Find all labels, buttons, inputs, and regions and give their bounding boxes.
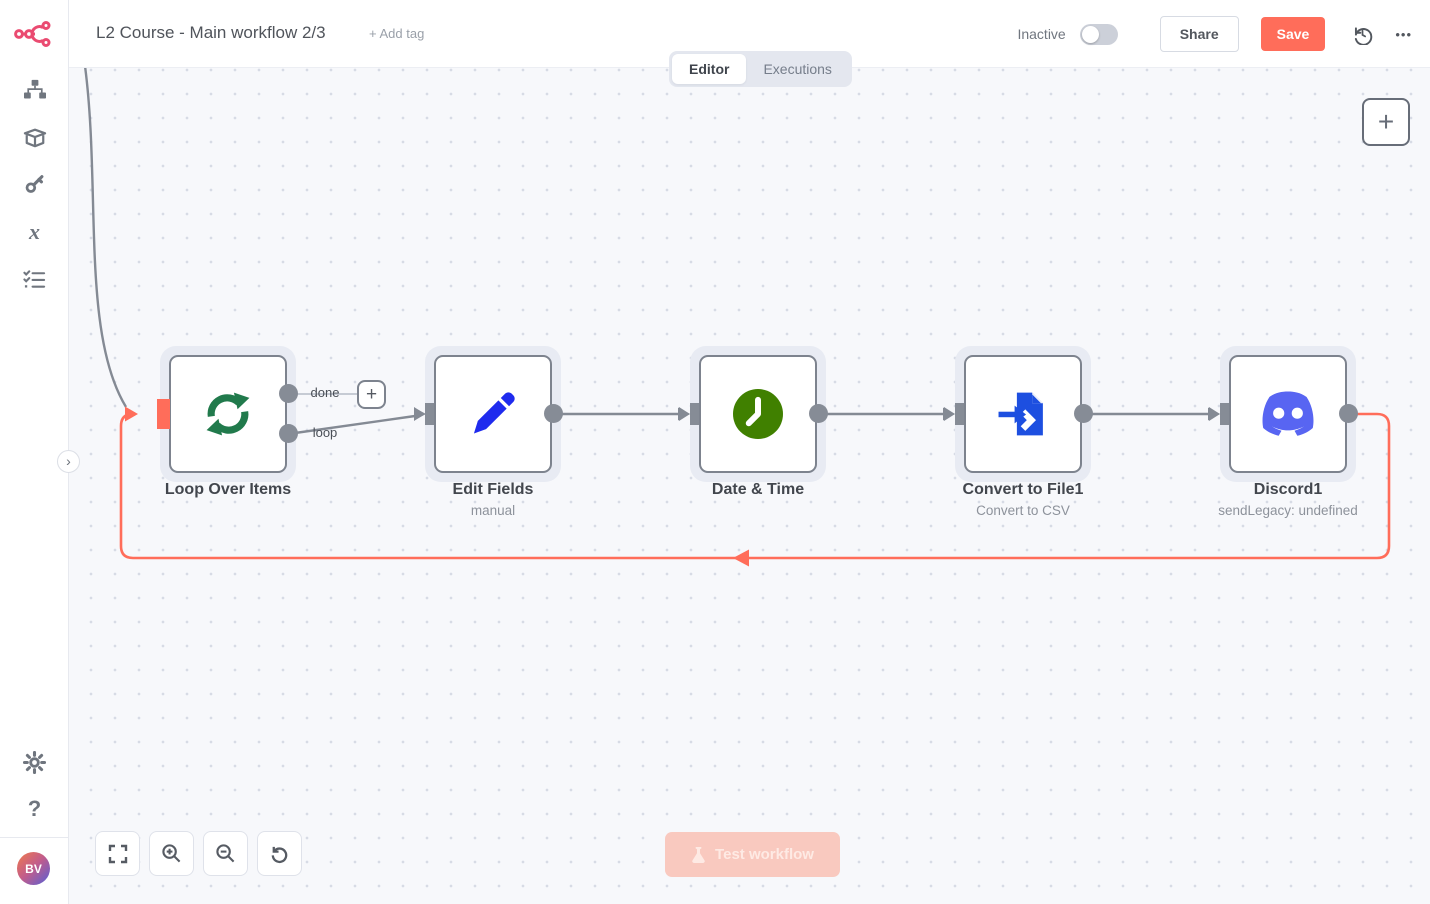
sidebar-workflows-icon[interactable] bbox=[0, 73, 69, 107]
zoom-in-icon bbox=[161, 843, 182, 864]
node-date-time: Date & Time bbox=[699, 355, 817, 473]
tab-executions[interactable]: Executions bbox=[746, 54, 848, 84]
output-port-done[interactable] bbox=[279, 384, 298, 403]
pencil-icon bbox=[467, 388, 519, 440]
input-arrow bbox=[679, 407, 690, 421]
node-subtitle: manual bbox=[383, 503, 603, 518]
workflow-title[interactable]: L2 Course - Main workflow 2/3 bbox=[96, 23, 326, 43]
sidebar: x ? BV bbox=[0, 0, 69, 904]
sidebar-credentials-icon[interactable] bbox=[0, 167, 69, 201]
output-port-loop[interactable] bbox=[279, 424, 298, 443]
sidebar-executions-icon[interactable] bbox=[0, 262, 69, 296]
node-edit-fields: Edit Fields manual bbox=[434, 355, 552, 473]
help-icon[interactable]: ? bbox=[0, 792, 69, 826]
input-arrow bbox=[944, 407, 955, 421]
history-icon[interactable] bbox=[1349, 21, 1375, 47]
view-tabs: Editor Executions bbox=[669, 51, 852, 87]
port-label-loop: loop bbox=[303, 425, 347, 440]
share-button[interactable]: Share bbox=[1160, 16, 1239, 52]
loop-icon bbox=[201, 389, 255, 439]
reset-icon bbox=[269, 843, 290, 864]
zoom-to-fit-button[interactable] bbox=[95, 831, 140, 876]
more-menu-icon[interactable]: ••• bbox=[1395, 27, 1412, 42]
workflow-canvas[interactable]: done loop + Loop Over Items bbox=[69, 68, 1430, 904]
sidebar-collapse-chevron-icon[interactable]: › bbox=[57, 450, 80, 473]
add-node-button[interactable]: + bbox=[1362, 98, 1410, 146]
zoom-out-icon bbox=[215, 843, 236, 864]
node-title: Date & Time bbox=[648, 481, 868, 499]
test-workflow-button[interactable]: Test workflow bbox=[665, 832, 840, 877]
input-arrow bbox=[414, 407, 425, 421]
output-port[interactable] bbox=[1074, 404, 1093, 423]
zoom-in-button[interactable] bbox=[149, 831, 194, 876]
save-button[interactable]: Save bbox=[1261, 17, 1326, 51]
node-discord: Discord1 sendLegacy: undefined bbox=[1229, 355, 1347, 473]
add-node-from-done-button[interactable]: + bbox=[357, 380, 386, 409]
node-title: Edit Fields bbox=[383, 481, 603, 499]
add-tag-button[interactable]: + Add tag bbox=[369, 26, 424, 41]
node-title: Convert to File1 bbox=[913, 481, 1133, 499]
clock-icon bbox=[733, 389, 783, 439]
input-port[interactable] bbox=[955, 403, 964, 425]
sidebar-templates-icon[interactable] bbox=[0, 120, 69, 154]
flask-icon bbox=[691, 846, 706, 863]
toggle-knob bbox=[1082, 26, 1099, 43]
reset-zoom-button[interactable] bbox=[257, 831, 302, 876]
node-loop-over-items: Loop Over Items bbox=[169, 355, 287, 473]
node-convert-to-file: Convert to File1 Convert to CSV bbox=[964, 355, 1082, 473]
node-subtitle: Convert to CSV bbox=[913, 503, 1133, 518]
canvas-controls bbox=[95, 831, 302, 876]
discord-icon bbox=[1257, 390, 1319, 438]
test-workflow-label: Test workflow bbox=[715, 846, 814, 863]
n8n-logo-icon[interactable] bbox=[14, 18, 56, 50]
input-arrow bbox=[1209, 407, 1220, 421]
output-port[interactable] bbox=[544, 404, 563, 423]
output-port[interactable] bbox=[809, 404, 828, 423]
input-port[interactable] bbox=[157, 399, 170, 429]
active-toggle[interactable] bbox=[1080, 24, 1118, 45]
status-label: Inactive bbox=[1017, 26, 1065, 42]
sidebar-variables-icon[interactable]: x bbox=[0, 215, 69, 249]
avatar[interactable]: BV bbox=[17, 852, 50, 885]
zoom-out-button[interactable] bbox=[203, 831, 248, 876]
input-port[interactable] bbox=[425, 403, 434, 425]
node-title: Loop Over Items bbox=[118, 481, 338, 499]
tab-editor[interactable]: Editor bbox=[672, 54, 746, 84]
sidebar-divider bbox=[0, 837, 69, 838]
output-port[interactable] bbox=[1339, 404, 1358, 423]
input-port[interactable] bbox=[1220, 403, 1229, 425]
settings-gear-icon[interactable] bbox=[0, 745, 69, 779]
file-import-icon bbox=[997, 389, 1049, 439]
input-port[interactable] bbox=[690, 403, 699, 425]
node-title: Discord1 bbox=[1178, 481, 1398, 499]
node-subtitle: sendLegacy: undefined bbox=[1178, 503, 1398, 518]
fit-view-icon bbox=[108, 844, 128, 864]
port-label-done: done bbox=[303, 385, 347, 400]
